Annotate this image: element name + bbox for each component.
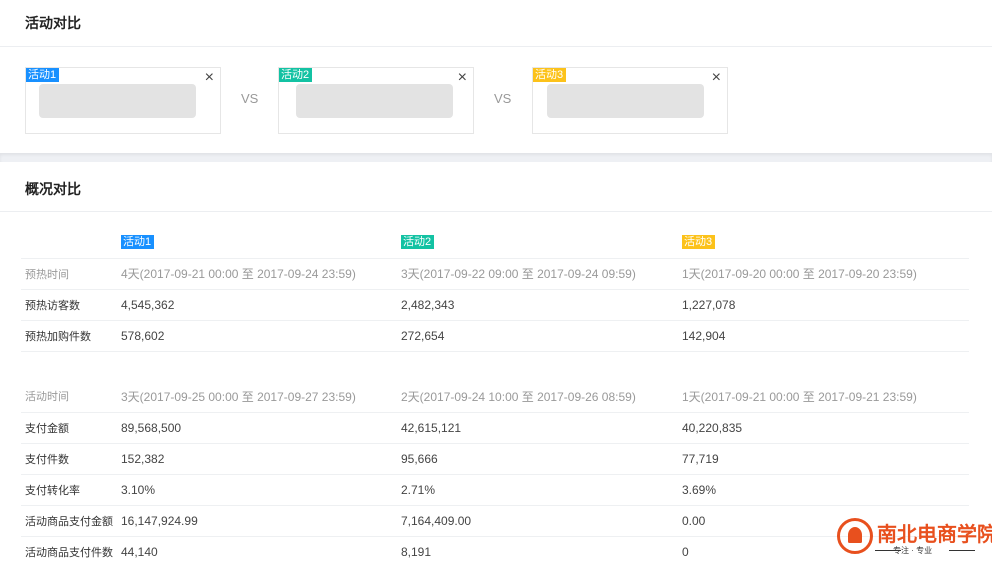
row-label: 支付金额 <box>21 412 121 444</box>
cell-value: 2.71% <box>401 474 682 506</box>
cell-value: 3.10% <box>121 474 401 506</box>
logo-title: 南北电商学院 <box>877 522 992 546</box>
cell-value: 8,191 <box>401 544 432 559</box>
activity-select-field[interactable] <box>296 84 453 118</box>
cell-value: 2,482,343 <box>401 289 682 321</box>
cell-value: 7,164,409.00 <box>401 505 682 537</box>
vs-label: VS <box>241 91 259 106</box>
table-row: 预热加购件数 578,602 272,654 142,904 <box>21 320 969 352</box>
cell-value: 1天(2017-09-21 00:00 至 2017-09-21 23:59) <box>682 381 969 413</box>
table-row: 活动商品支付金额 16,147,924.99 7,164,409.00 0.00 <box>21 505 969 537</box>
section-separator <box>0 153 992 162</box>
activity-select-field[interactable] <box>547 84 704 118</box>
row-label: 活动商品支付金额 <box>21 505 121 537</box>
row-label: 预热访客数 <box>21 289 121 321</box>
activity-card-3[interactable]: 活动3 × <box>532 67 728 134</box>
cell-value: 3.69% <box>682 474 969 506</box>
overview-table: 活动1 活动2 活动3 预热时间 4天(2017-09-21 00:00 至 2… <box>21 225 969 567</box>
table-header-row: 活动1 活动2 活动3 <box>21 225 969 259</box>
table-row: 支付金额 89,568,500 42,615,121 40,220,835 <box>21 412 969 444</box>
activity-tag-1: 活动1 <box>26 68 60 82</box>
cell-value: 95,666 <box>401 443 682 475</box>
logo-rule <box>949 550 975 551</box>
row-label: 活动商品支付件数 <box>25 546 113 559</box>
row-spacer <box>21 351 969 381</box>
activity-card-1[interactable]: 活动1 × <box>25 67 221 134</box>
cell-value: 44,140 <box>121 544 158 559</box>
table-row: 活动商品支付件数 44,140 8,191 0 <box>21 536 969 567</box>
close-icon[interactable]: × <box>458 70 467 86</box>
cell-value: 578,602 <box>121 320 401 352</box>
column-tag-2: 活动2 <box>401 234 435 249</box>
activity-card-2[interactable]: 活动2 × <box>278 67 474 134</box>
divider <box>0 46 992 47</box>
cell-value: 2天(2017-09-24 10:00 至 2017-09-26 08:59) <box>401 381 682 413</box>
compare-section-title: 活动对比 <box>25 15 81 31</box>
watermark-logo: 南北电商学院 专注 · 专业 <box>835 516 992 558</box>
row-label: 预热加购件数 <box>21 320 121 352</box>
cell-value: 3天(2017-09-25 00:00 至 2017-09-27 23:59) <box>121 381 401 413</box>
cell-value: 1,227,078 <box>682 289 969 321</box>
logo-subtitle: 专注 · 专业 <box>893 546 933 555</box>
cell-value: 142,904 <box>682 320 969 352</box>
close-icon[interactable]: × <box>205 70 214 86</box>
table-row: 支付转化率 3.10% 2.71% 3.69% <box>21 474 969 506</box>
cell-value: 3天(2017-09-22 09:00 至 2017-09-24 09:59) <box>401 258 682 290</box>
table-row: 预热时间 4天(2017-09-21 00:00 至 2017-09-24 23… <box>21 258 969 290</box>
cell-value: 40,220,835 <box>682 412 969 444</box>
activity-compare-panel: 活动对比 活动1 × VS 活动2 × VS 活动3 × <box>0 0 992 155</box>
cell-value: 77,719 <box>682 443 969 475</box>
activity-tag-2: 活动2 <box>279 68 313 82</box>
cell-value: 42,615,121 <box>401 412 682 444</box>
cell-value: 272,654 <box>401 320 682 352</box>
cell-value: 4,545,362 <box>121 289 401 321</box>
cell-value: 152,382 <box>121 443 401 475</box>
table-row: 活动时间 3天(2017-09-25 00:00 至 2017-09-27 23… <box>21 381 969 413</box>
column-tag-3: 活动3 <box>682 234 716 249</box>
activity-select-field[interactable] <box>39 84 196 118</box>
close-icon[interactable]: × <box>712 70 721 86</box>
row-label: 支付件数 <box>21 443 121 475</box>
cell-value: 1天(2017-09-20 00:00 至 2017-09-20 23:59) <box>682 258 969 290</box>
row-label: 支付转化率 <box>21 474 121 506</box>
cell-value: 16,147,924.99 <box>121 505 401 537</box>
overview-section-title: 概况对比 <box>25 181 81 197</box>
vs-label: VS <box>494 91 512 106</box>
row-label: 活动时间 <box>21 381 121 413</box>
table-row: 预热访客数 4,545,362 2,482,343 1,227,078 <box>21 289 969 321</box>
table-row: 支付件数 152,382 95,666 77,719 <box>21 443 969 475</box>
logo-icon <box>837 518 873 554</box>
column-tag-1: 活动1 <box>121 234 155 249</box>
cell-value: 89,568,500 <box>121 412 401 444</box>
row-label: 预热时间 <box>21 258 121 290</box>
cell-value: 4天(2017-09-21 00:00 至 2017-09-24 23:59) <box>121 258 401 290</box>
divider <box>0 211 992 212</box>
activity-tag-3: 活动3 <box>533 68 567 82</box>
